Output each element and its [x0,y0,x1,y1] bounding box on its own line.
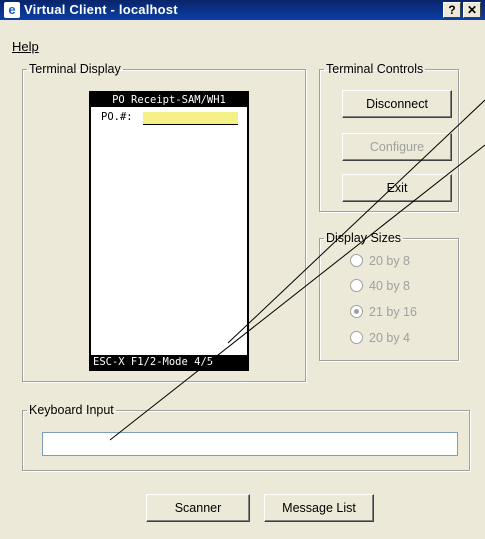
annotation-line-upper [227,99,485,344]
virtual-client-window: e Virtual Client - localhost ? ✕ Help Te… [0,0,485,539]
annotation-lines [109,99,485,441]
annotation-line-lower [109,144,485,441]
